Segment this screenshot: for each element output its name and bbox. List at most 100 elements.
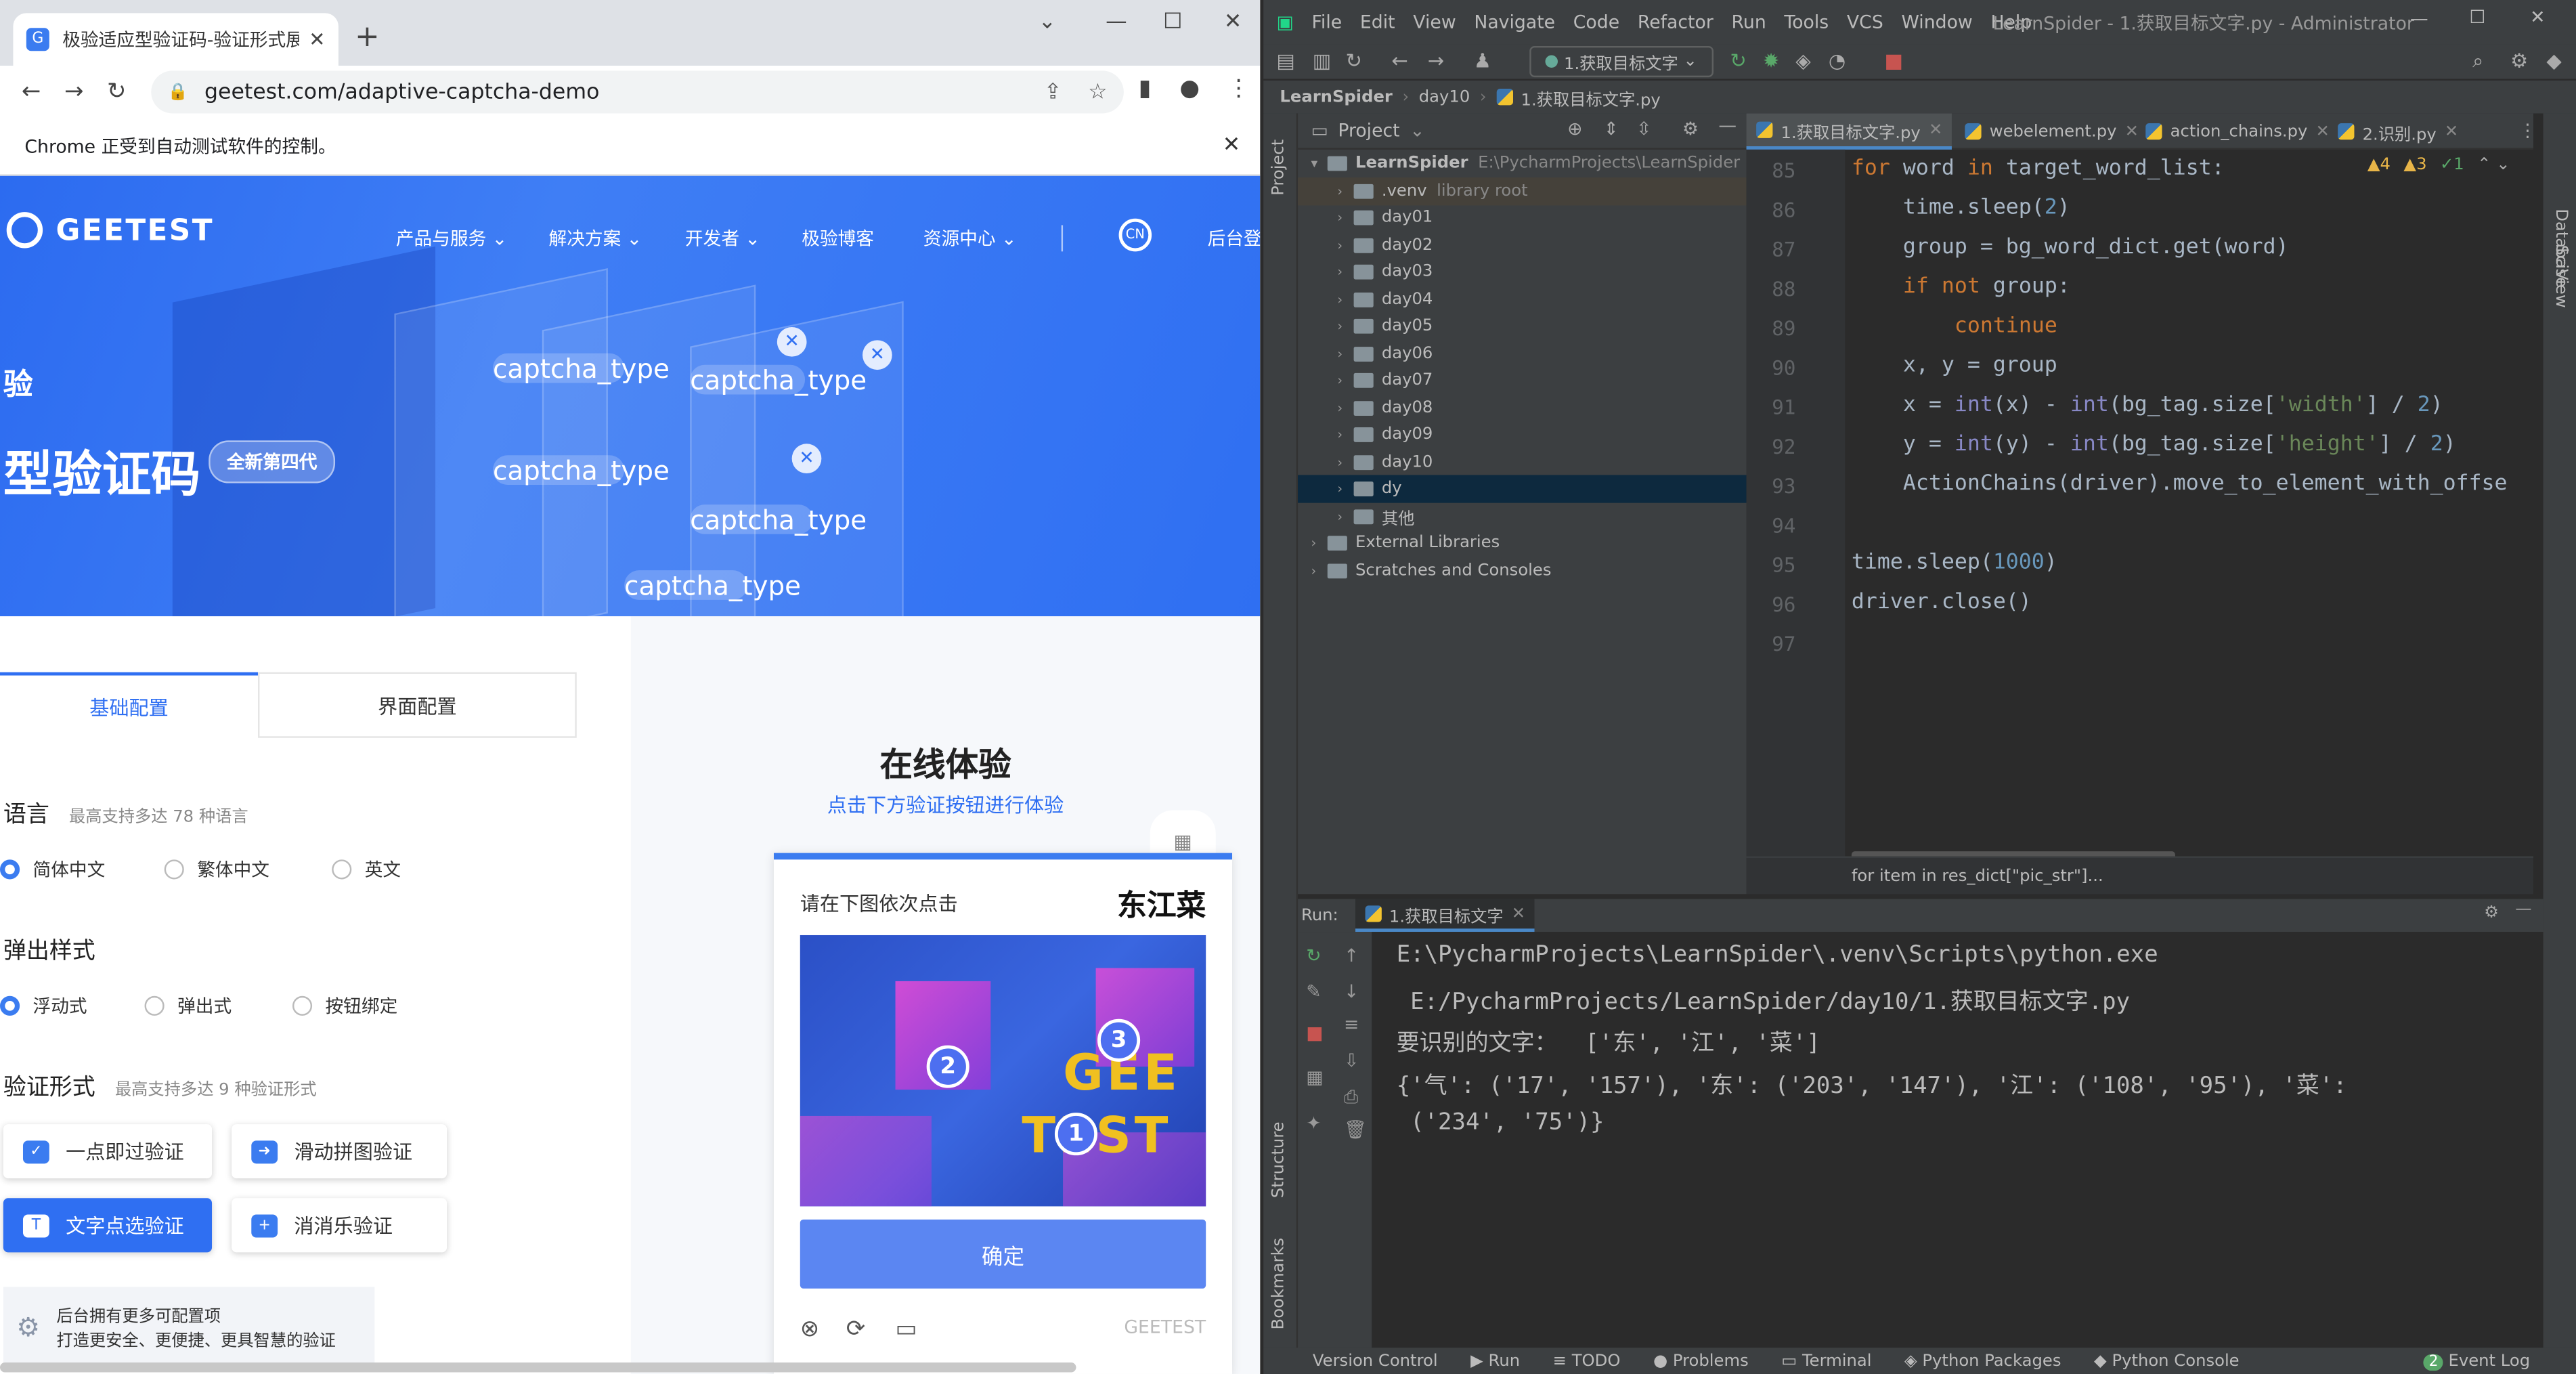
- back-icon[interactable]: ←: [10, 79, 53, 105]
- search-icon[interactable]: ⌕: [2472, 49, 2483, 74]
- expand-all-icon[interactable]: ⇕: [1603, 119, 1618, 140]
- chevron-icon[interactable]: ›: [1311, 563, 1328, 578]
- status-python-console[interactable]: ◆ Python Console: [2094, 1352, 2240, 1370]
- structure-tool-tab[interactable]: Structure: [1270, 1121, 1288, 1198]
- maximize-icon[interactable]: ☐: [1163, 10, 1182, 35]
- chevron-icon[interactable]: ›: [1337, 481, 1353, 496]
- pin-icon[interactable]: ✦: [1306, 1113, 1321, 1134]
- menu-navigate[interactable]: Navigate: [1474, 12, 1555, 33]
- run-config-select[interactable]: ● 1.获取目标文字 ⌄: [1529, 45, 1714, 78]
- chevron-icon[interactable]: ›: [1337, 211, 1353, 226]
- trash-icon[interactable]: 🗑: [1344, 1119, 1367, 1141]
- back-icon[interactable]: ←: [1391, 49, 1407, 72]
- forward-icon[interactable]: →: [53, 79, 95, 105]
- menu-run[interactable]: Run: [1732, 12, 1766, 33]
- close-circle-icon[interactable]: ⊗: [800, 1316, 819, 1343]
- profile-icon[interactable]: ◔: [1829, 49, 1846, 72]
- lock-icon[interactable]: 🔒: [168, 83, 188, 102]
- soft-wrap-icon[interactable]: ≡: [1344, 1014, 1359, 1035]
- status-version-control[interactable]: Version Control: [1313, 1352, 1438, 1370]
- tree-item[interactable]: › day05: [1298, 312, 1746, 340]
- rerun-icon[interactable]: ↻: [1306, 945, 1321, 967]
- radio-simplified-chinese[interactable]: 简体中文: [0, 856, 105, 882]
- tree-item[interactable]: › Scratches and Consoles: [1298, 557, 1746, 584]
- tree-item[interactable]: › 其他: [1298, 502, 1746, 530]
- chevron-icon[interactable]: ›: [1337, 509, 1353, 523]
- horizontal-scrollbar[interactable]: [0, 1362, 1076, 1373]
- maximize-icon[interactable]: ☐: [2469, 7, 2485, 28]
- menu-view[interactable]: View: [1413, 12, 1456, 33]
- nav-solutions[interactable]: 解决方案 ⌄: [549, 225, 642, 251]
- tab-close-icon[interactable]: ✕: [309, 28, 325, 51]
- up-icon[interactable]: ↑: [1344, 945, 1359, 967]
- tree-item[interactable]: › dy: [1298, 475, 1747, 503]
- menu-vcs[interactable]: VCS: [1847, 12, 1883, 33]
- tree-item[interactable]: › day02: [1298, 231, 1746, 259]
- stop-icon[interactable]: ■: [1884, 49, 1903, 72]
- nav-blog[interactable]: 极验博客: [802, 225, 874, 251]
- menu-tools[interactable]: Tools: [1784, 12, 1829, 33]
- tab-ui-config[interactable]: 界面配置: [257, 672, 577, 738]
- tree-item[interactable]: › day01: [1298, 204, 1746, 232]
- chevron-icon[interactable]: ›: [1337, 319, 1353, 334]
- project-tool-tab[interactable]: Project: [1270, 139, 1288, 196]
- forward-icon[interactable]: →: [1428, 49, 1444, 72]
- run-tab[interactable]: 1.获取目标文字 ✕: [1354, 899, 1535, 932]
- browser-tab[interactable]: G 极验适应型验证码-验证形式展示 ✕: [13, 13, 339, 66]
- stop-icon[interactable]: ■: [1306, 1023, 1323, 1044]
- more-menu-icon[interactable]: ⋮: [1227, 76, 1250, 102]
- chevron-icon[interactable]: ›: [1337, 346, 1353, 361]
- project-label[interactable]: Project: [1338, 120, 1399, 142]
- hide-panel-icon[interactable]: —: [1718, 115, 1737, 137]
- chevron-icon[interactable]: ›: [1337, 427, 1353, 442]
- chevron-icon[interactable]: ›: [1337, 184, 1353, 198]
- menu-refactor[interactable]: Refactor: [1638, 12, 1713, 33]
- tree-item[interactable]: › day08: [1298, 393, 1746, 421]
- locate-icon[interactable]: ⊕: [1567, 119, 1582, 140]
- one-click-button[interactable]: ✓ 一点即过验证: [3, 1124, 213, 1179]
- editor-tab-webelement[interactable]: webelement.py ✕: [1955, 113, 2149, 149]
- new-tab-icon[interactable]: +: [355, 20, 380, 54]
- radio-traditional-chinese[interactable]: 繁体中文: [164, 856, 269, 882]
- status-run[interactable]: ▶ Run: [1470, 1352, 1520, 1370]
- bookmark-star-icon[interactable]: ☆: [1088, 80, 1107, 104]
- menu-code[interactable]: Code: [1573, 12, 1619, 33]
- inspection-widget[interactable]: ▲4 ▲3 ✓1 ⌃ ⌄: [2367, 156, 2510, 175]
- chevron-icon[interactable]: ›: [1311, 536, 1328, 551]
- tree-item[interactable]: › day03: [1298, 258, 1746, 286]
- address-bar[interactable]: 🔒 geetest.com/adaptive-captcha-demo ⇪ ☆: [151, 70, 1124, 114]
- captcha-image[interactable]: GEE TEST 1 2 3: [800, 935, 1206, 1207]
- chevron-down-icon[interactable]: ⌄: [1039, 10, 1056, 35]
- nav-resources[interactable]: 资源中心 ⌄: [923, 225, 1017, 251]
- breadcrumb-project[interactable]: LearnSpider: [1280, 88, 1393, 106]
- tree-item[interactable]: › day09: [1298, 421, 1746, 448]
- language-switch[interactable]: CN: [1118, 218, 1152, 252]
- reload-icon[interactable]: ↻: [95, 79, 138, 105]
- editor-tab-action-chains[interactable]: action_chains.py ✕: [2136, 113, 2340, 149]
- match-game-button[interactable]: + 消消乐验证: [232, 1198, 447, 1253]
- wrench-icon[interactable]: ✎: [1306, 981, 1321, 1003]
- chevron-icon[interactable]: ▾: [1311, 156, 1328, 171]
- tree-item[interactable]: › day07: [1298, 366, 1746, 394]
- settings-icon[interactable]: ⚙: [2510, 49, 2528, 72]
- open-icon[interactable]: ▤: [1277, 49, 1296, 72]
- layout-icon[interactable]: ▦: [1306, 1067, 1323, 1088]
- run-console[interactable]: E:\PycharmProjects\LearnSpider\.venv\Scr…: [1372, 932, 2544, 1348]
- menu-edit[interactable]: Edit: [1360, 12, 1395, 33]
- editor-tab-recognize[interactable]: 2.识别.py ✕: [2328, 113, 2468, 149]
- nav-developers[interactable]: 开发者 ⌄: [685, 225, 760, 251]
- rerun-icon[interactable]: ↻: [1730, 49, 1746, 72]
- click-mark[interactable]: 1: [1054, 1113, 1098, 1156]
- chevron-icon[interactable]: ›: [1337, 454, 1353, 469]
- tree-item[interactable]: › day04: [1298, 285, 1746, 313]
- radio-english[interactable]: 英文: [332, 856, 401, 882]
- chevron-icon[interactable]: ›: [1337, 292, 1353, 307]
- status-todo[interactable]: ≡ TODO: [1553, 1352, 1621, 1370]
- minimize-icon[interactable]: —: [1106, 10, 1127, 35]
- plugin-icon[interactable]: ◆: [2546, 49, 2561, 72]
- confirm-button[interactable]: 确定: [800, 1219, 1206, 1289]
- status-problems[interactable]: ● Problems: [1653, 1352, 1749, 1370]
- more-tabs-icon[interactable]: ⋮: [2518, 120, 2537, 142]
- feedback-icon[interactable]: ▭: [896, 1316, 917, 1343]
- profile-avatar-icon[interactable]: ●: [1179, 76, 1200, 102]
